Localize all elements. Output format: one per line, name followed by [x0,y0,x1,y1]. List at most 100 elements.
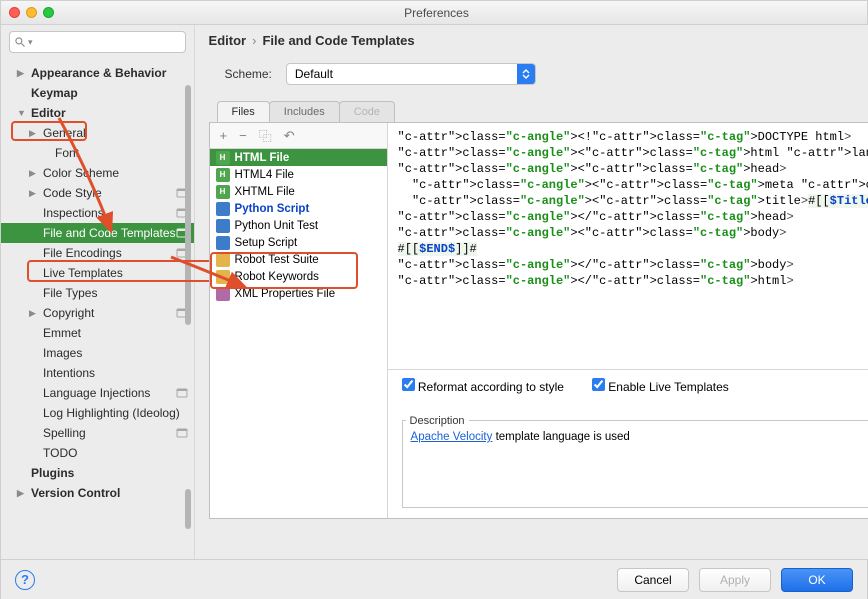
disclosure-icon: ▶ [17,488,26,499]
template-item-html-file[interactable]: HHTML File [210,149,387,166]
template-item-xml-properties-file[interactable]: XML Properties File [210,285,387,302]
sidebar-item-label: Copyright [43,306,94,320]
tab-files[interactable]: Files [217,101,270,122]
settings-tree[interactable]: ▶ Appearance & Behavior Keymap ▼Editor▶Gene… [1,59,194,559]
disclosure-icon: ▶ [29,308,38,319]
disclosure-icon: ▶ [29,128,38,139]
sidebar-item-label: Keymap [31,86,78,100]
window-title: Preferences [14,6,859,20]
sidebar-item-label: Code Style [43,186,102,200]
template-item-xhtml-file[interactable]: HXHTML File [210,183,387,200]
robot-file-icon [216,253,230,267]
sidebar-item-label: Plugins [31,466,74,480]
sidebar-item-general[interactable]: ▶General [1,123,194,143]
breadcrumb-root: Editor [209,33,247,48]
html-file-icon: H [216,168,230,182]
sidebar-item-editor[interactable]: ▼Editor [1,103,194,123]
sidebar-item-font[interactable]: Font [1,143,194,163]
add-template-button[interactable]: + [220,128,228,143]
python-file-icon [216,202,230,216]
sidebar-item-appearance-behavior[interactable]: ▶ Appearance & Behavior [1,63,194,83]
sidebar-item-code-style[interactable]: ▶ Code Style [1,183,194,203]
sidebar-item-label: Color Scheme [43,166,119,180]
template-item-python-unit-test[interactable]: Python Unit Test [210,217,387,234]
template-list-pane: + − ⿻ ↶ HHTML FileHHTML4 FileHXHTML File… [210,123,388,518]
apache-velocity-link[interactable]: Apache Velocity [411,431,493,443]
sidebar-item-copyright[interactable]: ▶ Copyright [1,303,194,323]
template-item-html4-file[interactable]: HHTML4 File [210,166,387,183]
project-scope-icon [176,427,188,439]
copy-template-button[interactable]: ⿻ [259,126,272,145]
help-button[interactable]: ? [15,570,35,590]
tab-includes[interactable]: Includes [269,101,340,122]
python-file-icon [216,219,230,233]
disclosure-icon: ▶ [29,188,38,199]
scrollbar-bottom[interactable] [185,489,191,529]
sidebar-item-color-scheme[interactable]: ▶ Color Scheme [1,163,194,183]
live-templates-checkbox[interactable]: Enable Live Templates [592,378,729,394]
cancel-button[interactable]: Cancel [617,568,689,592]
template-item-python-script[interactable]: Python Script [210,200,387,217]
sidebar-item-todo[interactable]: TODO [1,443,194,463]
sidebar-item-label: Emmet [43,326,81,340]
sidebar-item-label: Live Templates [43,266,123,280]
python-file-icon [216,236,230,250]
sidebar-item-file-encodings[interactable]: File Encodings [1,243,194,263]
disclosure-icon: ▶ [29,168,38,179]
search-icon [14,36,26,48]
chevron-updown-icon [517,64,535,84]
undo-button[interactable]: ↶ [284,128,295,144]
breadcrumb-leaf: File and Code Templates [262,33,414,48]
disclosure-icon: ▶ [17,68,26,79]
sidebar-item-label: TODO [43,446,77,460]
description-label: Description [406,415,469,427]
sidebar-item-label: Editor [31,106,66,120]
titlebar: Preferences [1,1,867,25]
template-item-robot-test-suite[interactable]: Robot Test Suite [210,251,387,268]
sidebar-item-label: Language Injections [43,386,150,400]
template-item-setup-script[interactable]: Setup Script [210,234,387,251]
sidebar-item-label: Intentions [43,366,95,380]
template-code-editor[interactable]: "c-attr">class="c-angle"><!"c-attr">clas… [388,123,868,370]
sidebar-item-label: Images [43,346,82,360]
dialog-footer: ? Cancel Apply OK [1,559,867,599]
reformat-checkbox[interactable]: Reformat according to style [402,378,564,394]
apply-button[interactable]: Apply [699,568,771,592]
sidebar-item-label: Appearance & Behavior [31,66,166,80]
remove-template-button[interactable]: − [239,128,247,143]
scrollbar[interactable] [185,85,191,325]
sidebar-item-version-control[interactable]: ▶ Version Control [1,483,194,503]
sidebar-item-file-types[interactable]: File Types [1,283,194,303]
sidebar-item-spelling[interactable]: Spelling [1,423,194,443]
scheme-row: Scheme: Default [195,55,868,99]
xml-file-icon [216,287,230,301]
sidebar-item-log-highlighting-ideolog-[interactable]: Log Highlighting (Ideolog) [1,403,194,423]
sidebar-item-file-and-code-templates[interactable]: File and Code Templates [1,223,194,243]
robot-file-icon [216,270,230,284]
sidebar-item-label: Font [55,146,79,160]
sidebar-item-label: File and Code Templates [43,226,176,240]
sidebar-item-intentions[interactable]: Intentions [1,363,194,383]
search-input[interactable]: ▾ [9,31,186,53]
scheme-select[interactable]: Default [286,63,536,85]
template-list[interactable]: HHTML FileHHTML4 FileHXHTML FilePython S… [210,149,387,518]
description-box: Apache Velocity template language is use… [402,420,868,508]
project-scope-icon [176,387,188,399]
breadcrumb-sep-icon: › [252,33,256,48]
html-file-icon: H [216,151,230,165]
scheme-label: Scheme: [225,67,272,81]
sidebar-item-images[interactable]: Images [1,343,194,363]
sidebar-item-label: Version Control [31,486,120,500]
template-item-robot-keywords[interactable]: Robot Keywords [210,268,387,285]
sidebar-item-label: Inspections [43,206,104,220]
sidebar-item-live-templates[interactable]: Live Templates [1,263,194,283]
breadcrumb: Editor › File and Code Templates [195,25,868,55]
ok-button[interactable]: OK [781,568,853,592]
sidebar-item-inspections[interactable]: Inspections [1,203,194,223]
sidebar-item-emmet[interactable]: Emmet [1,323,194,343]
sidebar-item-language-injections[interactable]: Language Injections [1,383,194,403]
sidebar: ▾ ▶ Appearance & Behavior Keymap ▼Editor▶Ge… [1,25,195,559]
sidebar-item-plugins[interactable]: Plugins [1,463,194,483]
sidebar-item-keymap[interactable]: Keymap [1,83,194,103]
template-tabs: FilesIncludesCode [209,99,868,123]
